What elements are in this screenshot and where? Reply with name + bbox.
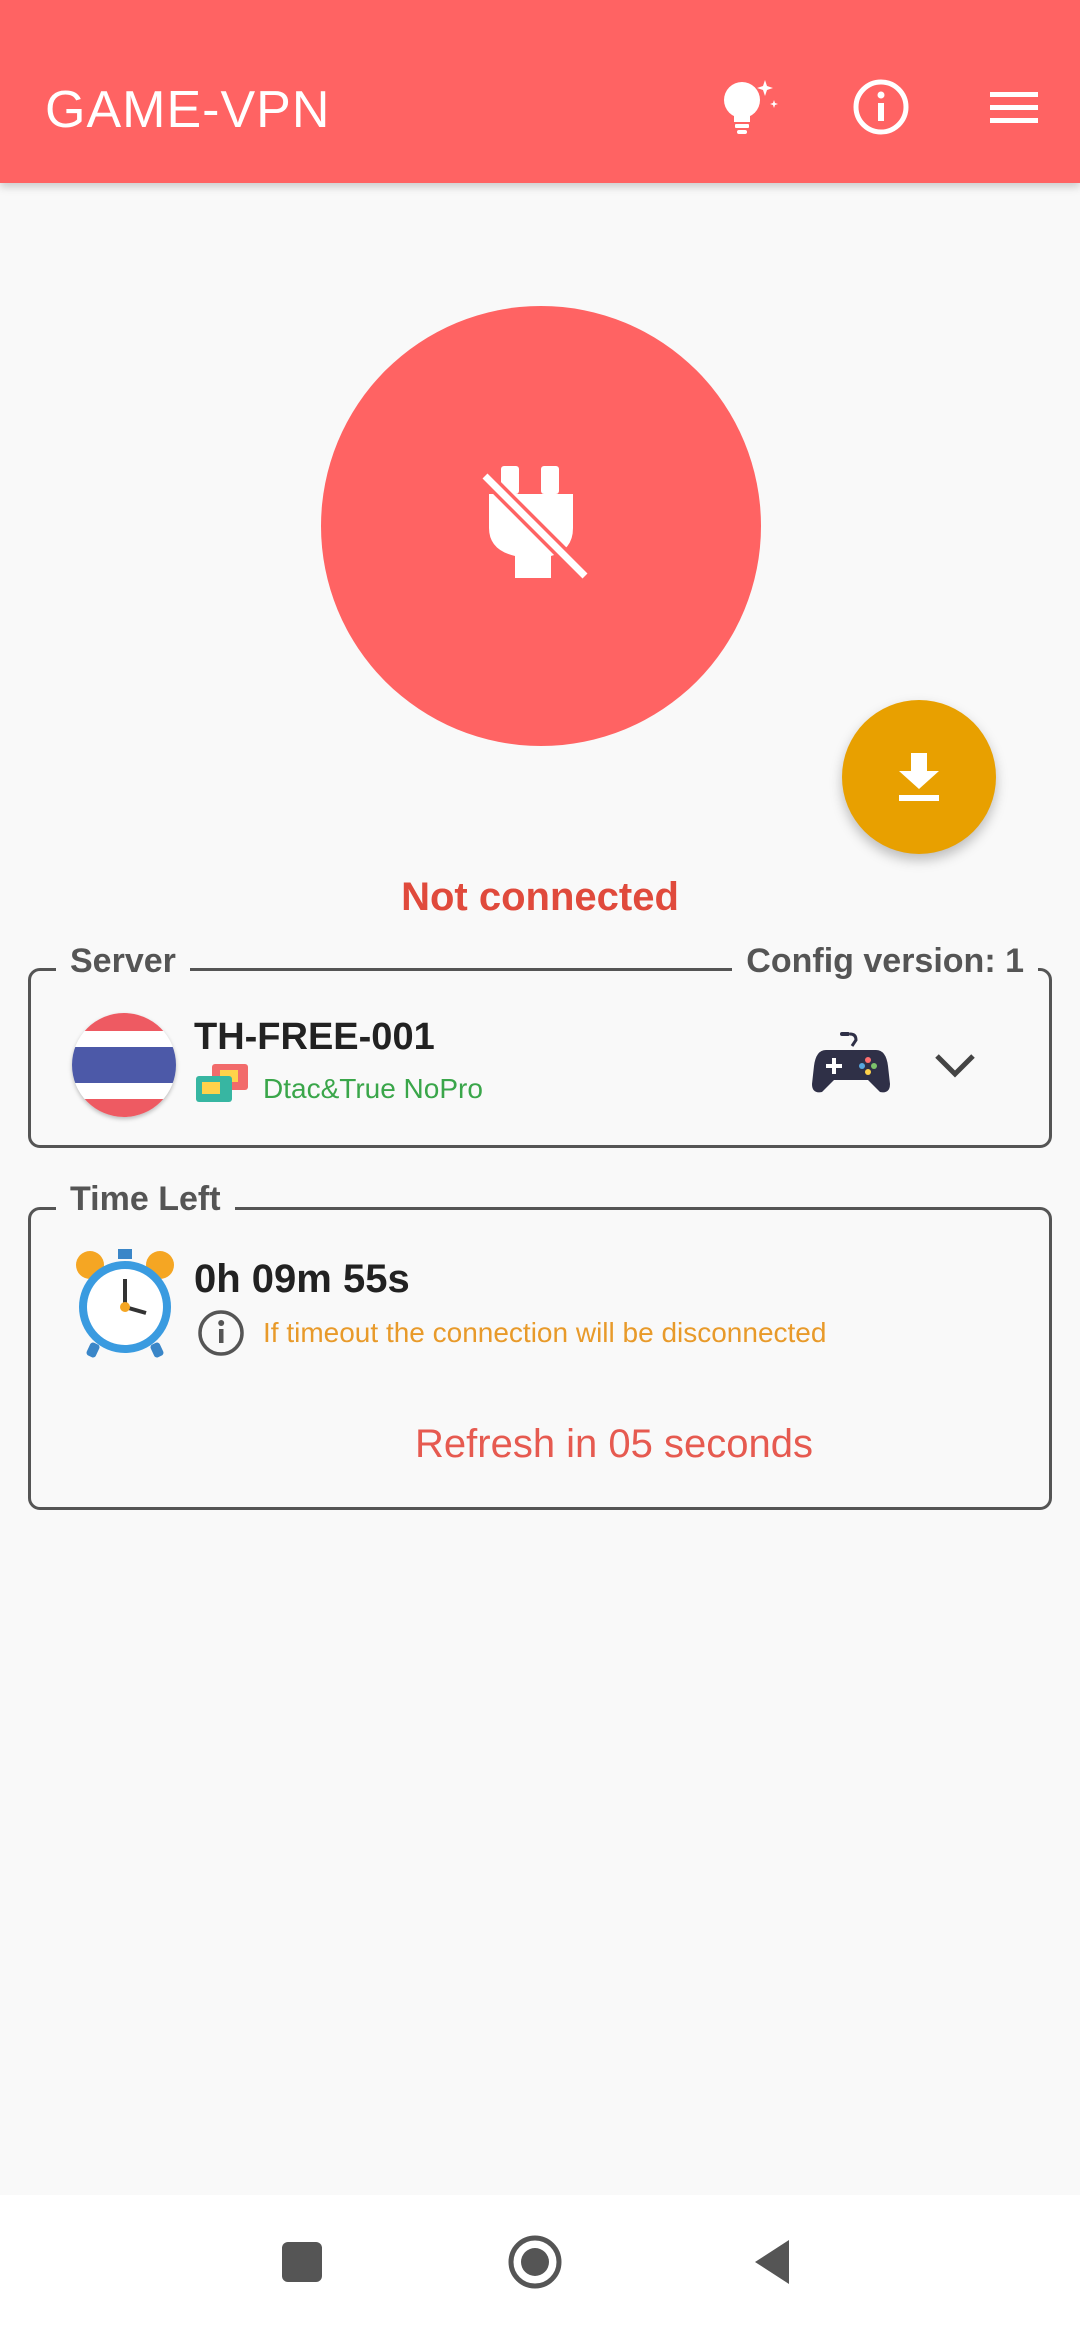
connection-status: Not connected: [401, 875, 679, 919]
info-icon[interactable]: [846, 72, 916, 142]
thailand-flag-icon: [72, 1013, 176, 1117]
home-circle-icon[interactable]: [505, 2232, 565, 2292]
power-plug-off-icon: [480, 466, 601, 586]
time-left-legend: Time Left: [56, 1180, 235, 1219]
time-remaining: 0h 09m 55s: [194, 1257, 410, 1301]
config-version: Config version: 1: [732, 942, 1038, 981]
info-icon: [196, 1308, 246, 1358]
gamepad-icon[interactable]: [812, 1030, 890, 1096]
recents-square-icon[interactable]: [270, 2232, 330, 2292]
refresh-countdown: Refresh in 05 seconds: [415, 1422, 814, 1466]
server-selector[interactable]: [28, 968, 1052, 1148]
sim-card-icon: [194, 1062, 252, 1106]
chevron-down-icon[interactable]: [932, 1050, 978, 1080]
lightbulb-icon[interactable]: [712, 72, 782, 142]
server-legend: Server: [56, 942, 190, 981]
download-icon: [899, 753, 939, 801]
network-label: Dtac&True NoPro: [263, 1073, 483, 1104]
app-title: GAME-VPN: [45, 81, 331, 139]
download-button[interactable]: [842, 700, 996, 854]
server-name: TH-FREE-001: [194, 1016, 435, 1058]
menu-icon[interactable]: [978, 72, 1048, 142]
timeout-warning: If timeout the connection will be discon…: [263, 1317, 827, 1348]
back-triangle-icon[interactable]: [745, 2232, 805, 2292]
alarm-clock-icon: [72, 1245, 178, 1361]
